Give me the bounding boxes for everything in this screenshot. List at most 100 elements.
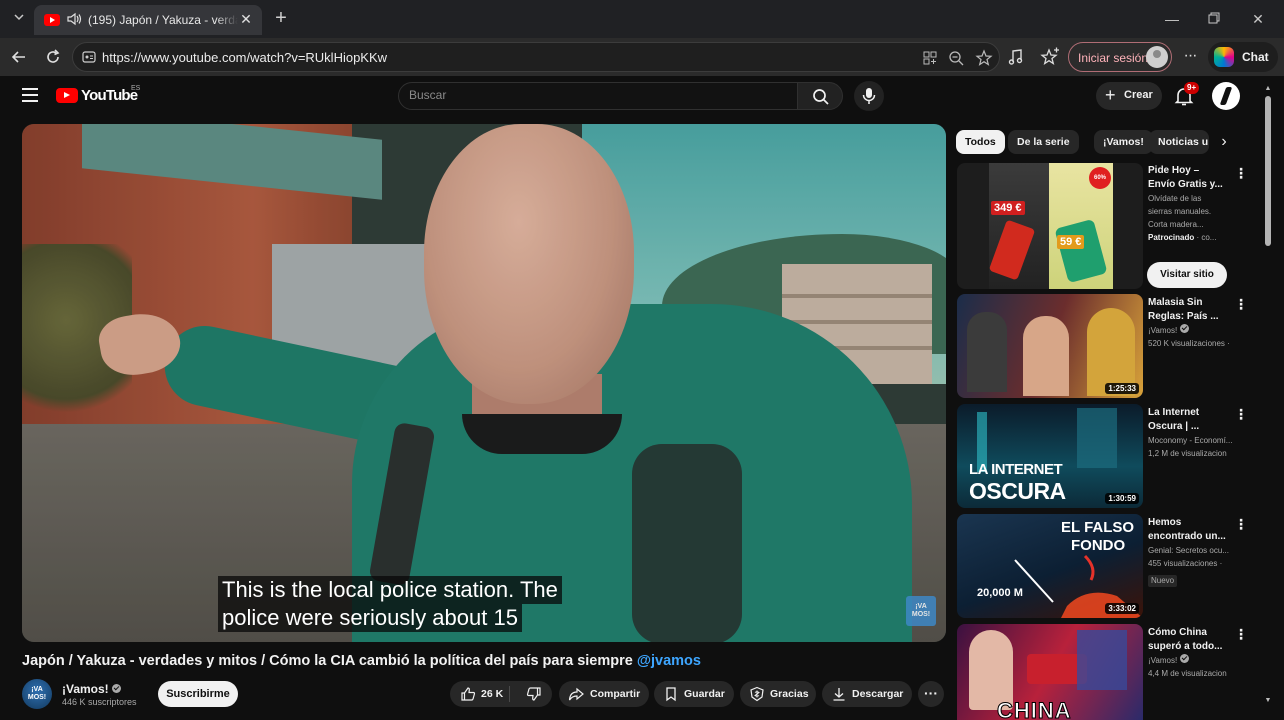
media-control-icon[interactable] (1006, 47, 1026, 67)
close-tab-icon[interactable]: ✕ (238, 11, 254, 27)
more-actions-icon[interactable]: ··· (918, 681, 944, 707)
audio-playing-icon[interactable] (65, 10, 83, 28)
ad-desc-line-1: Olvídate de las (1148, 194, 1202, 203)
favorite-star-icon[interactable] (975, 49, 993, 67)
recommendation-menu-kebab-icon[interactable]: ⋮ (1234, 627, 1248, 641)
channel-watermark[interactable]: ¡VA MOS! (906, 596, 936, 626)
thumb2-text-1: LA INTERNET (969, 461, 1063, 478)
ad-desc-line-3: Corta madera... (1148, 220, 1204, 229)
ad-desc-line-2: sierras manuales. (1148, 207, 1212, 216)
search-field[interactable] (398, 82, 798, 110)
recommendation-menu-kebab-icon[interactable]: ⋮ (1234, 517, 1248, 531)
chip-noticias[interactable]: Noticias u (1149, 130, 1209, 154)
address-bar[interactable]: https://www.youtube.com/watch?v=RUklHiop… (72, 42, 1000, 72)
scroll-down-arrow-icon[interactable]: ▼ (1263, 696, 1273, 706)
download-label: Descargar (852, 688, 904, 700)
channel-name-text[interactable]: ¡Vamos! (62, 682, 109, 696)
youtube-header: YouTube ES + Crear 9+ (4, 76, 1260, 116)
youtube-favicon-icon (44, 14, 60, 26)
share-button[interactable]: Compartir (559, 681, 649, 707)
search-input[interactable] (409, 88, 779, 102)
sponsored-ad-thumbnail[interactable]: 349 € 59 € 60% (957, 163, 1143, 289)
chip-de-la-serie[interactable]: De la serie (1008, 130, 1079, 154)
favorites-collection-icon[interactable] (1040, 47, 1060, 67)
microphone-icon (862, 88, 876, 104)
close-window-icon[interactable]: ✕ (1248, 10, 1268, 28)
like-button[interactable]: 26 K (450, 681, 510, 707)
verified-check-icon (111, 684, 121, 693)
chip-todos[interactable]: Todos (956, 130, 1005, 154)
duration-badge: 1:30:59 (1105, 493, 1139, 504)
url-text[interactable]: https://www.youtube.com/watch?v=RUklHiop… (102, 50, 387, 65)
recommendation-thumbnail-3[interactable]: EL FALSO FONDO 20,000 M 3:33:02 (957, 514, 1143, 618)
bookmark-icon (666, 687, 676, 702)
video-title: Japón / Yakuza - verdades y mitos / Cómo… (22, 653, 946, 669)
recommendation-channel: ¡Vamos! (1148, 324, 1252, 337)
minimize-window-icon[interactable]: — (1162, 10, 1182, 28)
app-available-icon[interactable] (921, 49, 939, 67)
new-badge: Nuevo (1148, 575, 1178, 587)
chips-next-chevron-icon[interactable]: › (1214, 132, 1234, 152)
recommendation-channel: Genial: Secretos ocu... (1148, 546, 1229, 555)
video-title-text: Japón / Yakuza - verdades y mitos / Cómo… (22, 653, 633, 669)
recommendation-thumbnail-1[interactable]: 1:25:33 (957, 294, 1143, 398)
video-frame-overlay (22, 124, 946, 642)
reload-icon[interactable] (42, 46, 64, 68)
channel-avatar[interactable]: ¡VA MOS! (22, 679, 52, 709)
caption-line-2: police were seriously about 15 (218, 604, 522, 632)
subscribe-button[interactable]: Suscribirme (158, 681, 238, 707)
search-button[interactable] (797, 82, 843, 110)
save-label: Guardar (684, 688, 725, 700)
create-button[interactable]: + Crear (1096, 82, 1162, 110)
ad-menu-kebab-icon[interactable]: ⋮ (1234, 166, 1248, 180)
site-info-icon[interactable] (81, 49, 97, 65)
scroll-up-arrow-icon[interactable]: ▲ (1263, 84, 1273, 94)
video-player[interactable]: This is the local police station. The po… (22, 124, 946, 642)
recommendation-title-line-2: superó a todo... (1148, 641, 1223, 652)
create-label: Crear (1124, 89, 1153, 101)
recommendation-menu-kebab-icon[interactable]: ⋮ (1234, 407, 1248, 421)
thumbs-down-icon[interactable] (526, 686, 542, 702)
scrollbar-thumb[interactable] (1265, 96, 1271, 246)
save-button[interactable]: Guardar (654, 681, 734, 707)
thanks-button[interactable]: Gracias (740, 681, 816, 707)
copilot-chat-button[interactable]: Chat (1208, 42, 1278, 72)
back-arrow-icon[interactable] (8, 46, 30, 68)
recommendation-channel: Moconomy - Economí... (1148, 436, 1233, 445)
recommendation-channel-name: ¡Vamos! (1148, 326, 1178, 335)
recommendation-views: 4,4 M de visualizacion (1148, 669, 1227, 678)
browser-tab-active[interactable]: (195) Japón / Yakuza - verdades y mitos … (34, 5, 262, 35)
recommendation-thumbnail-4[interactable]: CHINA (957, 624, 1143, 720)
chip-vamos[interactable]: ¡Vamos! (1094, 130, 1153, 154)
zoom-icon[interactable] (947, 49, 965, 67)
recommendation-thumbnail-2[interactable]: LA INTERNET OSCURA 1:30:59 (957, 404, 1143, 508)
video-title-hashtag[interactable]: @jvamos (637, 653, 701, 669)
caption-line-1: This is the local police station. The (218, 576, 562, 604)
related-filter-chips: Todos De la serie ¡Vamos! Noticias u (956, 130, 1232, 158)
recommendation-views: 1,2 M de visualizacion (1148, 449, 1227, 458)
copilot-logo-icon (1214, 47, 1234, 67)
tab-list-chevron-icon[interactable] (8, 8, 30, 30)
restore-window-icon[interactable] (1204, 10, 1224, 28)
search-icon (813, 89, 829, 105)
voice-search-button[interactable] (854, 81, 884, 111)
signin-button[interactable]: Iniciar sesión (1068, 42, 1172, 72)
share-label: Compartir (590, 688, 641, 700)
account-avatar[interactable] (1212, 82, 1240, 110)
new-tab-plus-icon[interactable]: + (270, 8, 292, 30)
ad-price-2: 59 € (1057, 235, 1085, 249)
guide-menu-icon[interactable] (22, 88, 38, 102)
thumb2-tower (1077, 408, 1117, 468)
thumb1-person-center (1023, 316, 1069, 396)
ad-sponsor-suffix: · co... (1194, 233, 1217, 242)
visit-site-button[interactable]: Visitar sitio (1147, 262, 1227, 288)
duration-badge: 1:25:33 (1105, 383, 1139, 394)
channel-name[interactable]: ¡Vamos! (62, 682, 121, 696)
signin-label: Iniciar sesión (1078, 51, 1149, 65)
recommendation-menu-kebab-icon[interactable]: ⋮ (1234, 297, 1248, 311)
youtube-logo[interactable]: YouTube ES (56, 85, 146, 106)
thumb4-robot (1077, 630, 1127, 690)
thumb1-person-left (967, 312, 1007, 392)
download-button[interactable]: Descargar (822, 681, 912, 707)
more-options-icon[interactable]: ··· (1180, 46, 1200, 68)
